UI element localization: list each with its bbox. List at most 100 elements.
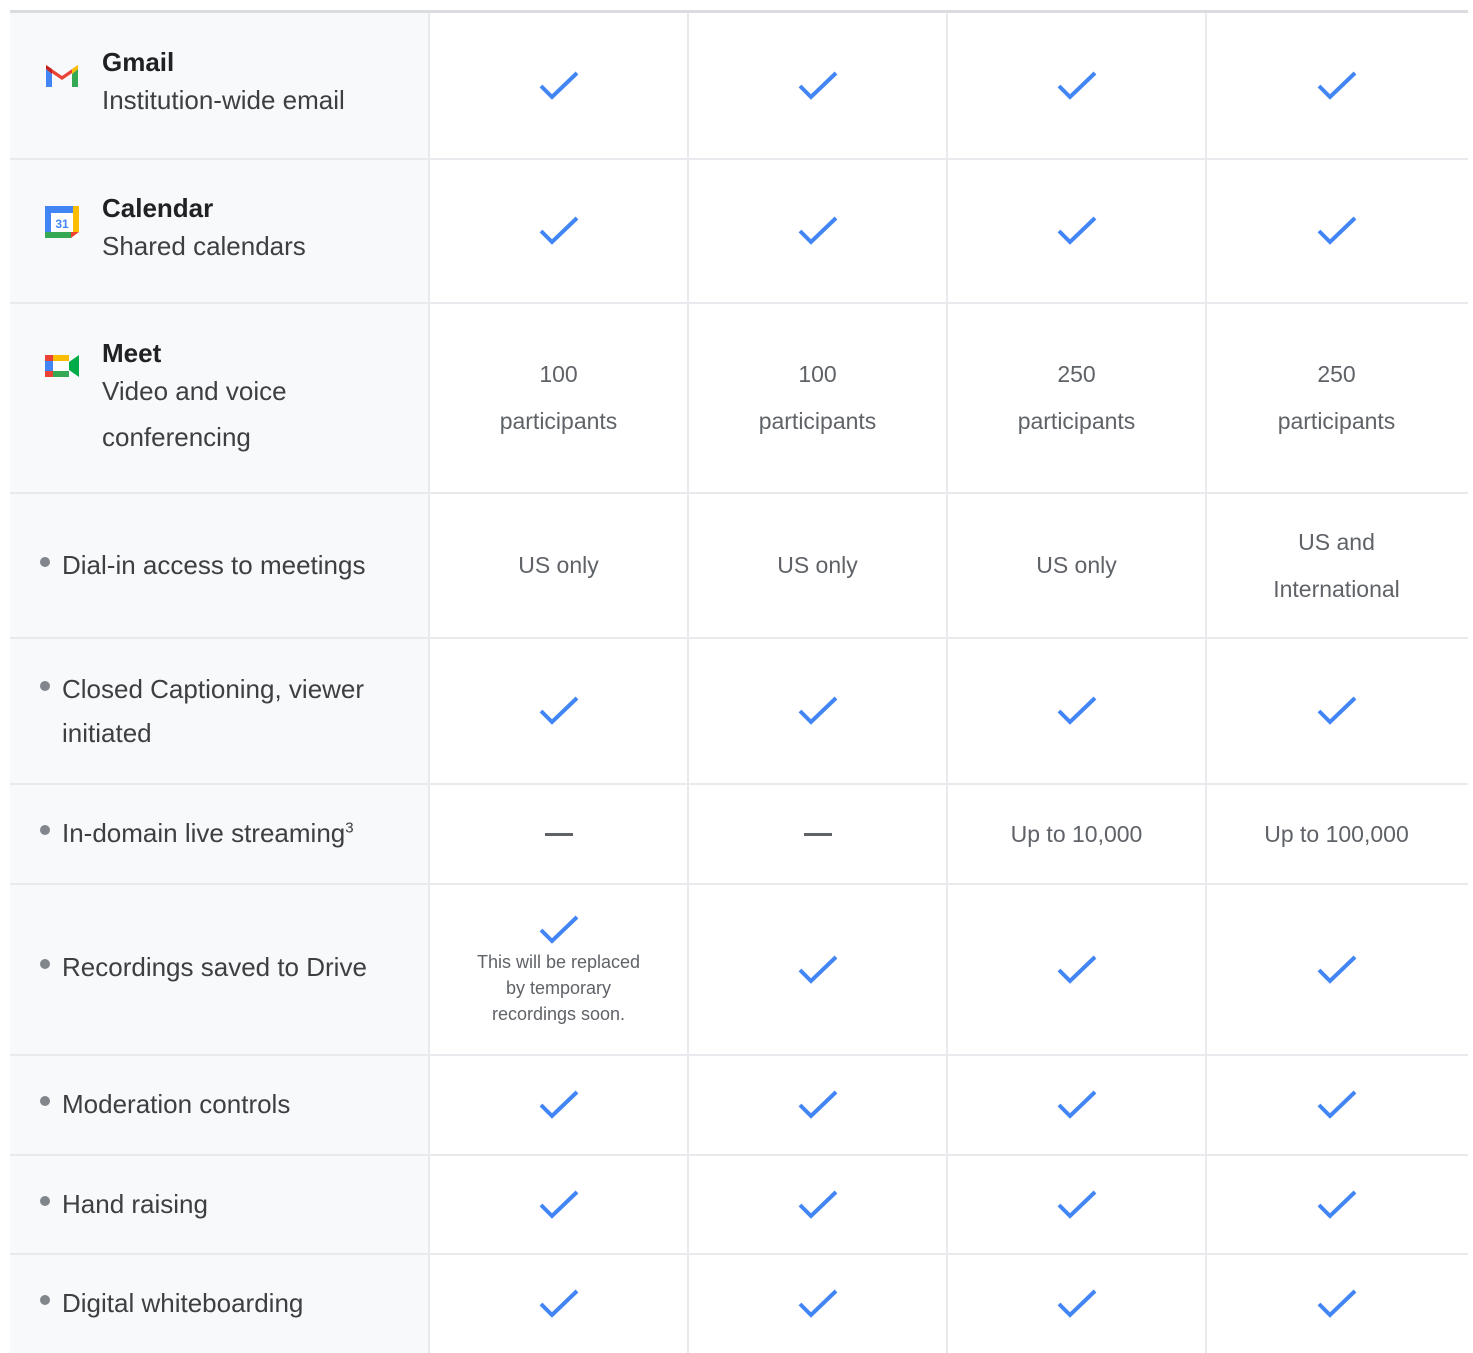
feature-cell-recordings: Recordings saved to Drive xyxy=(10,885,430,1054)
checkmark-icon xyxy=(1315,69,1359,103)
plan-cell xyxy=(1207,1056,1466,1154)
checkmark-icon xyxy=(1055,953,1099,987)
checkmark-icon xyxy=(537,694,581,728)
checkmark-icon xyxy=(796,1287,840,1321)
plan-cell: Up to 10,000 xyxy=(948,785,1207,883)
bullet-icon xyxy=(40,1096,50,1106)
plan-cell: US and International xyxy=(1207,494,1466,637)
table-row-streaming: In-domain live streaming3 Up to 10,000 U… xyxy=(10,785,1468,885)
table-row-dial-in: Dial-in access to meetings US only US on… xyxy=(10,494,1468,639)
product-name-calendar: Calendar xyxy=(102,193,214,223)
plan-cell: US only xyxy=(430,494,689,637)
checkmark-icon xyxy=(1315,694,1359,728)
checkmark-icon xyxy=(537,1287,581,1321)
participants-unit: participants xyxy=(1277,408,1396,434)
checkmark-icon xyxy=(1055,1287,1099,1321)
plan-cell: 100 participants xyxy=(430,304,689,492)
plan-cell: 100 participants xyxy=(689,304,948,492)
checkmark-icon xyxy=(1055,1188,1099,1222)
plan-cell xyxy=(948,1255,1207,1353)
plan-cell xyxy=(689,639,948,783)
feature-cell-meet: Meet Video and voice conferencing xyxy=(10,304,430,492)
feature-cell-captioning: Closed Captioning, viewer initiated xyxy=(10,639,430,783)
calendar-icon: 31 xyxy=(45,206,79,238)
feature-label-whiteboarding: Digital whiteboarding xyxy=(62,1288,304,1318)
table-row-calendar: 31 Calendar Shared calendars xyxy=(10,160,1468,304)
dial-in-value-line2: International xyxy=(1273,575,1400,602)
checkmark-icon xyxy=(796,694,840,728)
checkmark-icon xyxy=(796,69,840,103)
checkmark-icon xyxy=(1315,214,1359,248)
plan-cell xyxy=(689,1156,948,1253)
plan-cell xyxy=(430,160,689,302)
meet-icon xyxy=(45,355,79,377)
feature-cell-whiteboarding: Digital whiteboarding xyxy=(10,1255,430,1353)
feature-label-captioning-line2: initiated xyxy=(62,718,152,748)
dash-icon xyxy=(544,832,573,836)
plan-cell xyxy=(1207,639,1466,783)
participants-count: 100 xyxy=(798,361,837,387)
recordings-note-line3: recordings soon. xyxy=(491,1003,626,1024)
plan-cell xyxy=(1207,13,1466,158)
checkmark-icon xyxy=(1315,1188,1359,1222)
participants-count: 250 xyxy=(1317,361,1356,387)
calendar-icon-text: 31 xyxy=(55,217,69,231)
plan-cell: US only xyxy=(689,494,948,637)
checkmark-icon xyxy=(537,214,581,248)
bullet-icon xyxy=(40,1295,50,1305)
plan-cell xyxy=(689,160,948,302)
plan-cell xyxy=(689,785,948,883)
plan-cell xyxy=(1207,1156,1466,1253)
plan-cell xyxy=(948,1156,1207,1253)
feature-cell-moderation: Moderation controls xyxy=(10,1056,430,1154)
plan-cell xyxy=(948,160,1207,302)
checkmark-icon xyxy=(1315,1287,1359,1321)
recordings-note-line1: This will be replaced xyxy=(476,951,641,972)
feature-label-captioning-line1: Closed Captioning, viewer xyxy=(62,674,365,704)
plan-cell xyxy=(430,639,689,783)
table-row-captioning: Closed Captioning, viewer initiated xyxy=(10,639,1468,785)
table-row-recordings: Recordings saved to Drive This will be r… xyxy=(10,885,1468,1056)
plan-cell xyxy=(689,1255,948,1353)
plan-cell xyxy=(948,639,1207,783)
checkmark-icon xyxy=(1055,214,1099,248)
plan-comparison-table: Gmail Institution-wide email 31 Calendar… xyxy=(10,10,1468,1353)
gmail-icon xyxy=(46,65,78,87)
plan-cell xyxy=(689,13,948,158)
plan-cell xyxy=(1207,1255,1466,1353)
bullet-icon xyxy=(40,1196,50,1206)
table-row-whiteboarding: Digital whiteboarding xyxy=(10,1255,1468,1353)
checkmark-icon xyxy=(1055,694,1099,728)
plan-cell xyxy=(1207,885,1466,1054)
streaming-value: Up to 100,000 xyxy=(1264,820,1409,847)
feature-cell-calendar: 31 Calendar Shared calendars xyxy=(10,160,430,302)
plan-cell xyxy=(430,13,689,158)
table-row-gmail: Gmail Institution-wide email xyxy=(10,13,1468,160)
feature-cell-hand-raising: Hand raising xyxy=(10,1156,430,1253)
dial-in-value-line1: US and xyxy=(1298,528,1375,555)
bullet-icon xyxy=(40,557,50,567)
checkmark-icon xyxy=(796,214,840,248)
plan-cell xyxy=(948,13,1207,158)
feature-cell-dial-in: Dial-in access to meetings xyxy=(10,494,430,637)
plan-cell xyxy=(948,885,1207,1054)
table-row-moderation: Moderation controls xyxy=(10,1056,1468,1156)
plan-cell xyxy=(689,1056,948,1154)
recordings-note-line2: by temporary xyxy=(505,977,612,998)
table-row-meet: Meet Video and voice conferencing 100 par… xyxy=(10,304,1468,494)
bullet-icon xyxy=(40,959,50,969)
plan-cell xyxy=(1207,160,1466,302)
plan-cell: US only xyxy=(948,494,1207,637)
product-desc-meet-line2: conferencing xyxy=(102,422,251,452)
feature-label-hand-raising: Hand raising xyxy=(62,1189,208,1219)
plan-cell: Up to 100,000 xyxy=(1207,785,1466,883)
plan-cell xyxy=(948,1056,1207,1154)
footnote-marker[interactable]: 3 xyxy=(345,819,353,836)
checkmark-icon xyxy=(1055,1088,1099,1122)
product-name-meet: Meet xyxy=(102,338,162,368)
bullet-icon xyxy=(40,825,50,835)
feature-cell-streaming: In-domain live streaming3 xyxy=(10,785,430,883)
checkmark-icon xyxy=(537,1088,581,1122)
checkmark-icon xyxy=(1055,69,1099,103)
plan-cell xyxy=(430,1255,689,1353)
